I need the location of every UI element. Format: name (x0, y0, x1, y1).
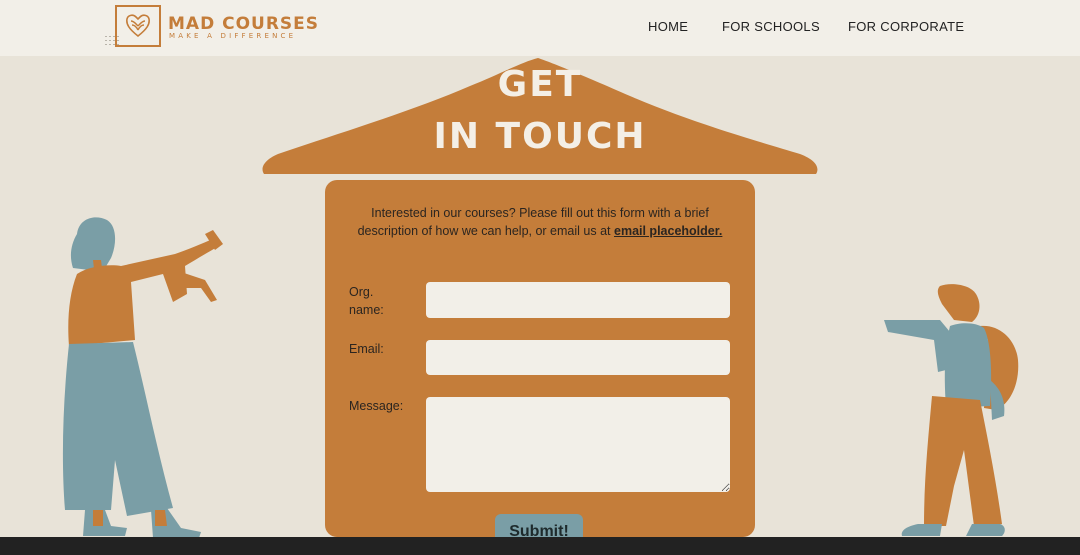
heart-icon (126, 14, 150, 38)
email-input[interactable] (426, 340, 730, 375)
nav-for-schools[interactable]: FOR SCHOOLS (722, 19, 820, 34)
nav-for-corporate[interactable]: FOR CORPORATE (848, 19, 964, 34)
dots-decoration-icon (105, 36, 119, 45)
person-right-illustration (884, 284, 1019, 536)
footer-bar (0, 537, 1080, 555)
org-name-label-line1: Org. (349, 285, 374, 299)
brand-tagline: MAKE A DIFFERENCE (169, 32, 297, 40)
email-link[interactable]: email placeholder. (614, 224, 722, 238)
org-name-input[interactable] (426, 282, 730, 318)
message-textarea[interactable] (426, 397, 730, 492)
page-title-line1: GET (497, 64, 583, 105)
nav-home[interactable]: HOME (648, 19, 688, 34)
form-intro: Interested in our courses? Please fill o… (355, 204, 725, 240)
site-header: MAD COURSES MAKE A DIFFERENCE HOME FOR S… (0, 0, 1080, 56)
message-label: Message: (349, 399, 404, 413)
email-label: Email: (349, 342, 384, 356)
person-left-illustration (62, 217, 223, 538)
org-name-label-line2: name: (349, 303, 384, 317)
page-title-line2: IN TOUCH (433, 116, 647, 157)
brand-name[interactable]: MAD COURSES (168, 14, 319, 34)
org-name-label: Org. name: (349, 283, 384, 319)
